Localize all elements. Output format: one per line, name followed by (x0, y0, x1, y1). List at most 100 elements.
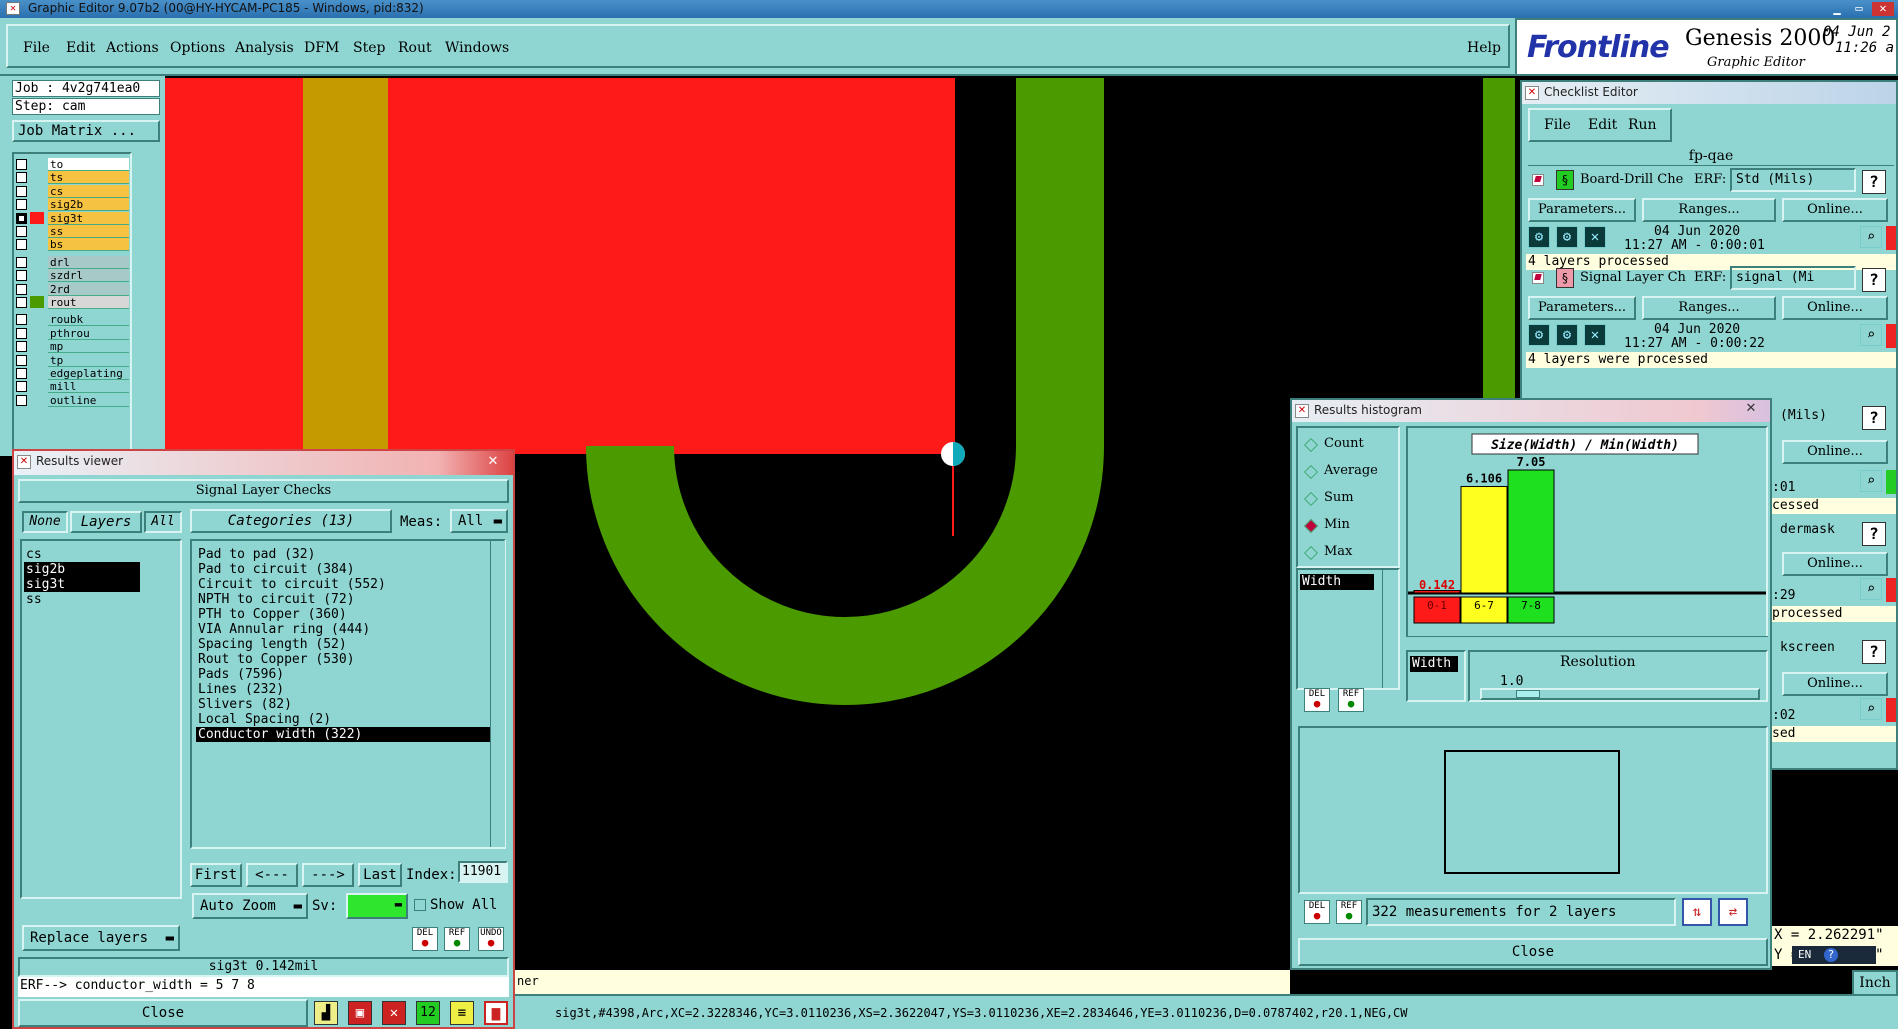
nav-last-button[interactable]: Last (358, 863, 402, 887)
layer-row-tp[interactable]: tp (14, 353, 129, 367)
help-icon[interactable]: ? (1862, 170, 1886, 194)
category-item[interactable]: Circuit to circuit (552) (196, 577, 492, 592)
layer-checkbox[interactable] (16, 381, 27, 393)
layer-row-rout[interactable]: rout (14, 296, 129, 309)
stat-radio-sum[interactable] (1303, 491, 1319, 507)
category-item[interactable]: Spacing length (52) (196, 637, 492, 652)
layer-checkbox[interactable] (16, 172, 27, 184)
close-icon[interactable]: ✕ (1872, 2, 1894, 16)
chart-hscroll[interactable] (1406, 636, 1768, 648)
layer-checkbox[interactable] (16, 314, 27, 326)
help-icon[interactable]: ? (1823, 948, 1838, 962)
run-all-icon[interactable]: ⚙ (1556, 226, 1578, 248)
layer-checkbox[interactable] (16, 368, 27, 379)
del-icon[interactable]: DEL ● (1304, 688, 1330, 712)
category-item[interactable]: Conductor width (322) (196, 727, 492, 742)
stat-radio-average[interactable] (1303, 464, 1319, 480)
minimize-icon[interactable]: ▁ (1828, 2, 1846, 16)
zoom-icon[interactable]: ⌕ (1860, 470, 1882, 492)
category-item[interactable]: Pad to pad (32) (196, 547, 492, 562)
tool-icon-2[interactable]: ▣ (348, 1001, 372, 1025)
check4-online-button[interactable]: Online... (1782, 552, 1888, 576)
histogram-bar[interactable] (1460, 485, 1508, 594)
ref-icon[interactable]: REF ● (1336, 900, 1362, 924)
histogram-icon[interactable]: ▆ (484, 1001, 508, 1025)
layer-checkbox[interactable] (16, 212, 27, 224)
histogram-bar[interactable] (1507, 469, 1555, 594)
histogram-close-icon[interactable]: ✕ (1742, 402, 1760, 416)
menu-edit[interactable]: Edit (66, 40, 95, 56)
help-icon[interactable]: ? (1862, 406, 1886, 430)
histogram-close-button[interactable]: Close (1298, 938, 1768, 966)
tool-icon-1[interactable]: ▟ (314, 1001, 338, 1025)
zoom-icon[interactable]: ⌕ (1860, 698, 1882, 720)
layer-checkbox[interactable] (16, 239, 27, 251)
field-listbox[interactable]: Width (1296, 568, 1400, 690)
check-parameters-button[interactable]: Parameters... (1528, 296, 1636, 320)
stop-icon[interactable]: ✕ (1584, 324, 1606, 346)
layer-row-ts[interactable]: ts (14, 171, 129, 185)
category-item[interactable]: Pad to circuit (384) (196, 562, 492, 577)
checklist-menu-file[interactable]: File (1544, 117, 1571, 133)
layer-row-2rd[interactable]: 2rd (14, 282, 129, 296)
tool-icon-3[interactable]: ✕ (382, 1001, 406, 1025)
sv-color-select[interactable]: ▬ (346, 893, 408, 919)
del-icon[interactable]: DEL ● (412, 927, 438, 951)
undo-icon[interactable]: UNDO ● (478, 927, 504, 951)
layer-row-szdrl[interactable]: szdrl (14, 269, 129, 283)
maximize-icon[interactable]: ▭ (1850, 2, 1868, 16)
stat-radio-max[interactable] (1303, 545, 1319, 561)
help-icon[interactable]: ? (1862, 640, 1886, 664)
menu-actions[interactable]: Actions (106, 40, 159, 56)
layer-checkbox[interactable] (16, 297, 27, 308)
stop-icon[interactable]: ✕ (1584, 226, 1606, 248)
stat-radio-min[interactable] (1303, 518, 1319, 534)
layer-row-sig3t[interactable]: sig3t (14, 211, 129, 225)
ref-icon[interactable]: REF ● (1338, 688, 1364, 712)
btn-layers[interactable]: Layers (70, 511, 142, 533)
check5-online-button[interactable]: Online... (1782, 672, 1888, 696)
layer-row-sig2b[interactable]: sig2b (14, 198, 129, 212)
check3-online-button[interactable]: Online... (1782, 440, 1888, 464)
layer-row-drl[interactable]: drl (14, 255, 129, 269)
check-erf-value[interactable]: signal (Mi (1730, 266, 1856, 290)
layer-row-to[interactable]: to (14, 158, 129, 171)
layer-checkbox[interactable] (16, 199, 27, 211)
run-all-icon[interactable]: ⚙ (1556, 324, 1578, 346)
check-ranges-button[interactable]: Ranges... (1642, 296, 1776, 320)
categories-listbox[interactable]: Pad to pad (32) Pad to circuit (384) Circu… (190, 539, 506, 849)
category-item[interactable]: Lines (232) (196, 682, 492, 697)
checklist-menu-edit[interactable]: Edit (1588, 117, 1617, 133)
check-enable-checkbox[interactable] (1532, 272, 1544, 284)
btn-all[interactable]: All (144, 511, 182, 533)
histogram-titlebar[interactable]: ✕ Results histogram ✕ (1292, 400, 1770, 422)
stat-radio-count[interactable] (1303, 437, 1319, 453)
layer-list-item[interactable]: sig3t (24, 577, 140, 592)
index-field[interactable]: 11901 (458, 861, 508, 883)
layer-checkbox[interactable] (16, 283, 27, 295)
run-icon[interactable]: ⚙ (1528, 324, 1550, 346)
resolution-slider[interactable] (1480, 688, 1760, 700)
tool-icon-5[interactable]: ≡ (450, 1001, 474, 1025)
categories-scrollbar[interactable] (490, 541, 505, 847)
layer-checkbox[interactable] (16, 185, 27, 197)
zoom-icon[interactable]: ⌕ (1860, 324, 1882, 346)
category-item[interactable]: NPTH to circuit (72) (196, 592, 492, 607)
zoom-icon[interactable]: ⌕ (1860, 578, 1882, 600)
category-item[interactable]: VIA Annular ring (444) (196, 622, 492, 637)
layer-checkbox[interactable] (16, 226, 27, 237)
layer-row-mp[interactable]: mp (14, 340, 129, 354)
layer-row-bs[interactable]: bs (14, 238, 129, 252)
layer-checkbox[interactable] (16, 354, 27, 366)
category-item[interactable]: Rout to Copper (530) (196, 652, 492, 667)
layers-listbox[interactable]: cs sig2b sig3t ss (20, 539, 182, 899)
layer-row-ss[interactable]: ss (14, 225, 129, 238)
check-erf-value[interactable]: Std (Mils) (1730, 168, 1856, 192)
checklist-titlebar[interactable]: ✕ Checklist Editor (1522, 82, 1896, 104)
del-icon[interactable]: DEL ● (1304, 900, 1330, 924)
layer-checkbox[interactable] (16, 256, 27, 268)
nav-next-button[interactable]: ---> (302, 863, 354, 887)
menu-analysis[interactable]: Analysis (235, 40, 294, 56)
field-scrollbar[interactable] (1382, 570, 1397, 688)
layer-checkbox[interactable] (16, 159, 27, 170)
